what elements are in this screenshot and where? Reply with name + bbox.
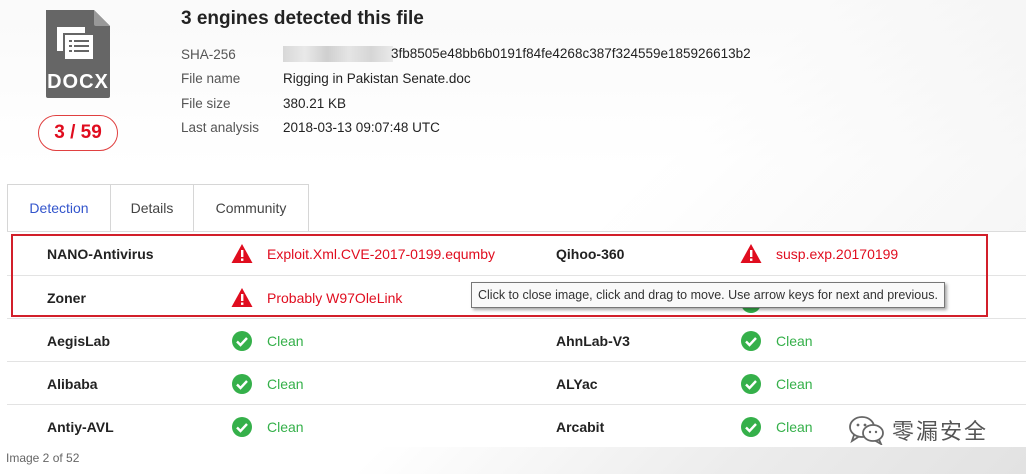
- engine-name: Qihoo-360: [556, 245, 625, 262]
- check-circle-icon: [741, 417, 761, 437]
- detection-result: Exploit.Xml.CVE-2017-0199.equmby: [267, 245, 496, 262]
- watermark-text: 零漏安全: [892, 419, 989, 444]
- file-type-label: DOCX: [47, 71, 109, 93]
- redacted-hash-blur: [283, 46, 393, 63]
- engine-name: AegisLab: [47, 332, 111, 349]
- check-circle-icon: [232, 417, 252, 437]
- detection-result: Clean: [267, 375, 304, 392]
- engine-name: Zoner: [47, 289, 86, 306]
- table-row: Alibaba Clean ALYac Clean: [7, 361, 1026, 404]
- detection-result: Clean: [776, 418, 813, 435]
- wechat-watermark: 零漏安全: [848, 414, 988, 446]
- meta-key: File name: [181, 71, 241, 87]
- tab-detection[interactable]: Detection: [7, 184, 111, 231]
- engine-name: ALYac: [556, 375, 598, 392]
- meta-row-sha256: SHA-256 3fb8505e48bb6b0191f84fe4268c387f…: [181, 42, 751, 67]
- engine-name: Antiy-AVL: [47, 418, 114, 435]
- tab-bar: Detection Details Community: [7, 184, 309, 232]
- engine-name: AhnLab-V3: [556, 332, 630, 349]
- check-circle-icon: [232, 331, 252, 351]
- viewer-tooltip: Click to close image, click and drag to …: [471, 282, 945, 308]
- image-counter: Image 2 of 52: [6, 451, 80, 465]
- meta-row-last-analysis: Last analysis 2018-03-13 09:07:48 UTC: [181, 116, 751, 141]
- detection-result: susp.exp.20170199: [776, 245, 899, 262]
- wechat-icon: [849, 416, 884, 445]
- check-circle-icon: [741, 331, 761, 351]
- detection-result: Clean: [776, 375, 813, 392]
- engine-name: Alibaba: [47, 375, 98, 392]
- page-title: 3 engines detected this file: [181, 8, 424, 29]
- meta-row-filesize: File size 380.21 KB: [181, 91, 751, 116]
- meta-key: File size: [181, 95, 231, 111]
- meta-value-sha256[interactable]: 3fb8505e48bb6b0191f84fe4268c387f324559e1…: [391, 46, 751, 61]
- check-circle-icon: [232, 374, 252, 394]
- meta-value-filename: Rigging in Pakistan Senate.doc: [283, 71, 471, 87]
- table-row: AegisLab Clean AhnLab-V3 Clean: [7, 318, 1026, 361]
- detection-score-badge: 3 / 59: [38, 115, 118, 151]
- detection-result: Clean: [267, 418, 304, 435]
- check-circle-icon: [741, 374, 761, 394]
- warning-icon: [740, 244, 762, 263]
- detection-result: Clean: [267, 332, 304, 349]
- meta-row-filename: File name Rigging in Pakistan Senate.doc: [181, 67, 751, 92]
- file-metadata: SHA-256 3fb8505e48bb6b0191f84fe4268c387f…: [181, 42, 751, 140]
- tab-community[interactable]: Community: [194, 184, 309, 231]
- engine-name: Arcabit: [556, 418, 605, 435]
- docx-file-icon: DOCX: [44, 10, 112, 98]
- warning-icon: [231, 244, 253, 263]
- detection-result: Probably W97OleLink: [267, 289, 403, 306]
- table-row: NANO-Antivirus Exploit.Xml.CVE-2017-0199…: [7, 232, 1026, 275]
- meta-value-last-analysis: 2018-03-13 09:07:48 UTC: [283, 120, 440, 136]
- detection-result: Clean: [776, 332, 813, 349]
- meta-key: Last analysis: [181, 120, 260, 136]
- meta-key: SHA-256: [181, 46, 236, 62]
- warning-icon: [231, 288, 253, 307]
- tab-details[interactable]: Details: [111, 184, 194, 231]
- engine-name: NANO-Antivirus: [47, 245, 154, 262]
- meta-value-filesize: 380.21 KB: [283, 95, 347, 111]
